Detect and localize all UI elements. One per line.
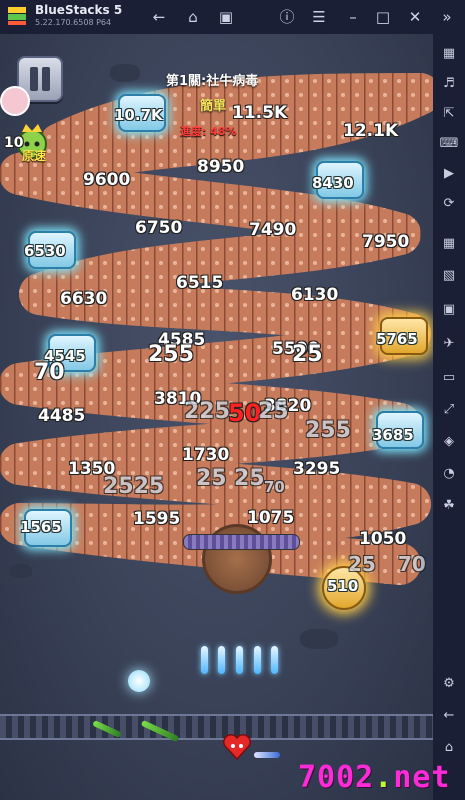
damage-number: 255 <box>148 342 194 367</box>
keyboard-icon[interactable]: ⌨ <box>439 134 459 154</box>
chest-value: 510 <box>327 577 359 595</box>
home-icon[interactable]: ⌂ <box>182 6 204 28</box>
damage-number: 25 <box>292 342 323 367</box>
watermark-text: 7002 <box>298 760 375 795</box>
bluestacks-logo <box>8 7 26 25</box>
back-icon[interactable]: ← <box>439 706 459 726</box>
home-icon[interactable]: ⌂ <box>439 738 459 758</box>
segment-value: 1075 <box>247 508 295 528</box>
speed-label: 原速 <box>22 149 47 163</box>
recent-apps-icon[interactable]: ▣ <box>215 6 237 28</box>
segment-value: 1050 <box>359 529 407 549</box>
chest-value: 5765 <box>376 330 418 348</box>
shield-barrier <box>183 534 300 550</box>
app-version: 5.22.170.6508 P64 <box>35 18 112 27</box>
rotate-icon[interactable]: ⟳ <box>439 194 459 214</box>
segment-value: 7950 <box>362 232 410 252</box>
watermark-dot: . <box>374 760 394 795</box>
segment-value: 6515 <box>176 273 224 293</box>
play-icon[interactable]: ▶ <box>439 164 459 184</box>
back-icon[interactable]: ← <box>148 6 170 28</box>
apk-icon[interactable]: ▧ <box>439 266 459 286</box>
segment-value: 7490 <box>249 220 297 240</box>
close-icon[interactable]: ✕ <box>404 6 426 28</box>
damage-number: 25 <box>258 399 289 424</box>
segment-value: 6750 <box>135 218 183 238</box>
segment-value: 6130 <box>291 285 339 305</box>
help-icon[interactable]: ⓘ <box>276 6 298 28</box>
layers-icon[interactable]: ◈ <box>439 432 459 452</box>
damage-number: 70 <box>398 552 426 576</box>
segment-value: 1730 <box>182 445 230 465</box>
folder-icon[interactable]: ▭ <box>439 368 459 388</box>
segment-value: 6630 <box>60 289 108 309</box>
segment-value: 3295 <box>293 459 341 479</box>
airplane-icon[interactable]: ✈ <box>439 334 459 354</box>
sidebar-toggle-icon[interactable]: ▦ <box>439 44 459 64</box>
critical-damage-number: 50 <box>228 399 262 427</box>
segment-value: 12.1K <box>343 121 399 141</box>
game-viewport[interactable]: 第1關:社牛病毒 簡單 進度: 48% 原速 10 10.7K 8430 653… <box>0 34 433 800</box>
damage-number: 255 <box>305 418 351 443</box>
energy-orb <box>128 670 150 692</box>
damage-number: 25 <box>234 466 265 491</box>
eco-icon[interactable]: ☘ <box>439 496 459 516</box>
expand-icon[interactable]: » <box>436 6 458 28</box>
fps-icon[interactable]: ▦ <box>439 234 459 254</box>
segment-value: 1595 <box>133 509 181 529</box>
segment-value: 8950 <box>197 157 245 177</box>
menu-icon[interactable]: ☰ <box>308 6 330 28</box>
segment-value: 11.5K <box>232 103 288 123</box>
dart <box>254 752 280 758</box>
minimize-icon[interactable]: – <box>342 6 364 28</box>
defense-fence <box>0 714 433 740</box>
bullet <box>201 646 208 674</box>
bullet <box>271 646 278 674</box>
chest-value: 3685 <box>372 426 414 444</box>
damage-number: 225 <box>184 399 230 424</box>
pet-avatar-icon <box>0 86 30 116</box>
settings-icon[interactable]: ⚙ <box>439 674 459 694</box>
chest-value: 1565 <box>20 518 62 536</box>
chest-value: 10.7K <box>114 106 163 124</box>
emulator-sidebar: ▦ ♬ ⇱ ⌨ ▶ ⟳ ▦ ▧ ▣ ✈ ▭ ⤢ ◈ ◔ ☘ ⚙ ← ⌂ <box>433 34 465 800</box>
maximize-icon[interactable]: □ <box>372 6 394 28</box>
progress-label: 進度: 48% <box>180 125 237 138</box>
cursor-lock-icon[interactable]: ⇱ <box>439 104 459 124</box>
chest-value: 6530 <box>24 242 66 260</box>
bullet <box>254 646 261 674</box>
damage-number: 70 <box>34 360 65 385</box>
watermark-text: net <box>393 760 451 795</box>
level-title: 第1關:社牛病毒 <box>166 74 259 89</box>
screenshot-icon[interactable]: ▣ <box>439 300 459 320</box>
heart-icon <box>223 734 251 761</box>
damage-number: 2525 <box>103 474 165 499</box>
damage-number: 25 <box>196 466 227 491</box>
speedometer-icon[interactable]: ◔ <box>439 464 459 484</box>
app-name: BlueStacks 5 <box>35 3 123 17</box>
chest-value: 8430 <box>312 174 354 192</box>
volume-icon[interactable]: ♬ <box>439 74 459 94</box>
damage-number: 25 <box>348 552 376 576</box>
resize-icon[interactable]: ⤢ <box>439 400 459 420</box>
boss-partial-value: 10 <box>4 135 24 151</box>
damage-number: 70 <box>264 478 285 496</box>
emulator-titlebar: BlueStacks 5 5.22.170.6508 P64 ← ⌂ ▣ ⓘ ☰… <box>0 0 465 34</box>
segment-value: 9600 <box>83 170 131 190</box>
difficulty-label: 簡單 <box>200 99 227 114</box>
segment-value: 4485 <box>38 406 86 426</box>
bullet <box>218 646 225 674</box>
bullet <box>236 646 243 674</box>
site-watermark: 7002.net <box>298 760 451 795</box>
